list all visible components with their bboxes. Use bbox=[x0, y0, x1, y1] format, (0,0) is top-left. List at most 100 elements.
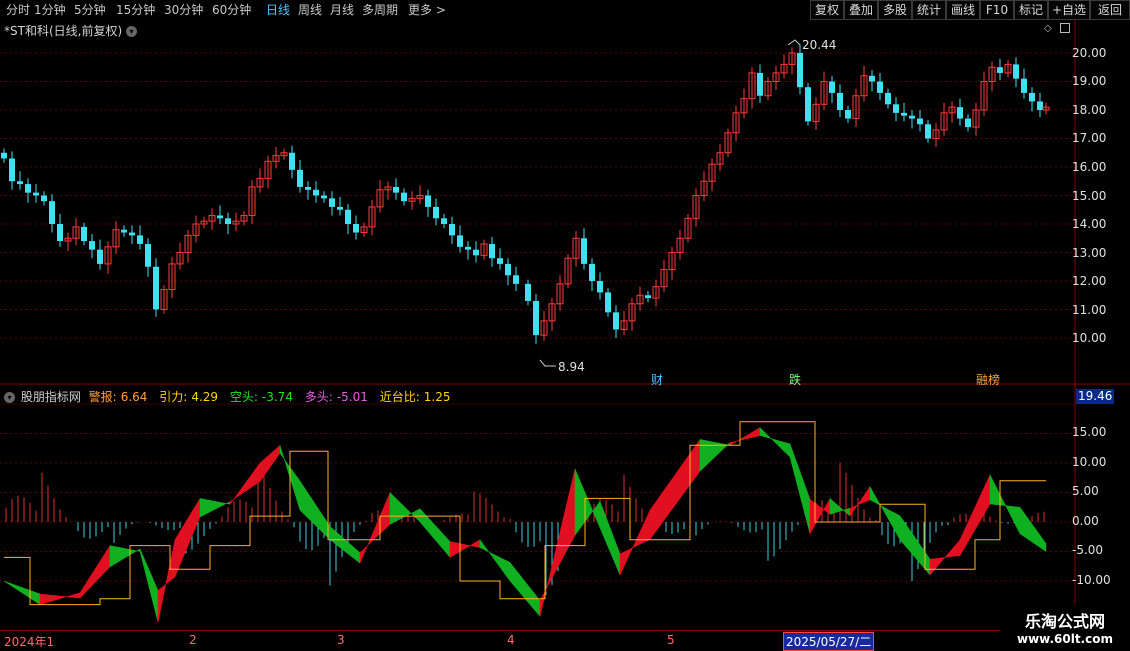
axis-tick: 12.00 bbox=[1072, 274, 1107, 288]
axis-tick: 10.00 bbox=[1072, 331, 1107, 345]
tab-more[interactable]: 更多 > bbox=[408, 2, 446, 18]
tab-monthly[interactable]: 月线 bbox=[330, 2, 354, 18]
cursor-date: 2025/05/27/二 bbox=[783, 632, 875, 651]
candle-body bbox=[1037, 101, 1043, 110]
axis-month: 3 bbox=[337, 633, 345, 647]
candle-body bbox=[353, 224, 359, 233]
axis-tick: 14.00 bbox=[1072, 217, 1107, 231]
axis-year: 2024年1 bbox=[4, 635, 55, 649]
candle-body bbox=[869, 75, 875, 82]
axis-month: 5 bbox=[667, 633, 675, 647]
tab-multi-period[interactable]: 多周期 bbox=[362, 2, 398, 18]
back-button[interactable]: 返回 bbox=[1090, 0, 1130, 20]
axis-month: 4 bbox=[507, 633, 515, 647]
overlay-button[interactable]: 叠加 bbox=[844, 0, 878, 20]
tab-15min[interactable]: 15分钟 bbox=[116, 2, 155, 18]
candle-body bbox=[289, 152, 295, 170]
candle-body bbox=[153, 266, 159, 310]
candle-body bbox=[41, 195, 47, 202]
indicator-legend: ▾ 股朋指标网 警报: 6.64 引力: 4.29 空头: -3.74 多头: -5.0… bbox=[4, 388, 459, 405]
chevron-down-icon[interactable]: ▾ bbox=[125, 26, 137, 37]
event-tag-ranking[interactable]: 融榜 bbox=[976, 371, 1000, 388]
candle-body bbox=[513, 275, 519, 284]
draw-line-button[interactable]: 画线 bbox=[946, 0, 980, 20]
candle-body bbox=[645, 295, 651, 299]
candle-body bbox=[497, 258, 503, 264]
tab-5min[interactable]: 5分钟 bbox=[74, 2, 106, 18]
indicator-name[interactable]: 股朋指标网 bbox=[21, 390, 81, 404]
candle-body bbox=[997, 67, 1003, 73]
tab-weekly[interactable]: 周线 bbox=[298, 2, 322, 18]
candle-body bbox=[965, 118, 971, 128]
candle-body bbox=[89, 241, 95, 250]
candle-body bbox=[33, 192, 39, 196]
candle-body bbox=[49, 201, 55, 224]
watermark: 乐淘公式网 www.60lt.com bbox=[1000, 604, 1130, 650]
price-chart[interactable] bbox=[0, 20, 1130, 630]
candle-body bbox=[321, 195, 327, 199]
axis-tick: 19.00 bbox=[1072, 74, 1107, 88]
tab-60min[interactable]: 60分钟 bbox=[212, 2, 251, 18]
restore-rights-button[interactable]: 复权 bbox=[810, 0, 844, 20]
candle-body bbox=[465, 246, 471, 250]
candle-body bbox=[17, 181, 23, 185]
watermark-title: 乐淘公式网 bbox=[1024, 612, 1105, 631]
candle-body bbox=[401, 192, 407, 202]
axis-tick: 18.00 bbox=[1072, 103, 1107, 117]
diamond-icon[interactable]: ◇ bbox=[1044, 23, 1052, 34]
tab-30min[interactable]: 30分钟 bbox=[164, 2, 203, 18]
candle-body bbox=[137, 235, 143, 244]
axis-tick: 17.00 bbox=[1072, 131, 1107, 145]
candle-body bbox=[1013, 64, 1019, 79]
candle-body bbox=[885, 92, 891, 105]
axis-tick: 15.00 bbox=[1072, 425, 1107, 439]
legend-ratio: 近台比: 1.25 bbox=[379, 390, 451, 404]
candle-body bbox=[425, 195, 431, 207]
tab-daily[interactable]: 日线 bbox=[266, 2, 290, 18]
candle-body bbox=[581, 238, 587, 264]
chevron-down-icon[interactable]: ▾ bbox=[4, 392, 15, 403]
indicator-value-badge: 19.46 bbox=[1076, 389, 1114, 404]
tab-timeshare[interactable]: 分时 bbox=[6, 2, 30, 18]
candle-body bbox=[25, 184, 31, 193]
period-toolbar: 分时 1分钟 5分钟 15分钟 30分钟 60分钟 日线 周线 月线 多周期 更… bbox=[0, 0, 1130, 20]
candle-body bbox=[393, 186, 399, 193]
candle-body bbox=[917, 118, 923, 125]
square-icon[interactable] bbox=[1060, 23, 1070, 33]
candle-body bbox=[757, 72, 763, 96]
candle-body bbox=[305, 186, 311, 190]
candle-body bbox=[1021, 78, 1027, 93]
time-axis: 2024年1 2 3 4 5 2025/05/27/二 bbox=[0, 630, 1075, 651]
multi-stock-button[interactable]: 多股 bbox=[878, 0, 912, 20]
candle-body bbox=[145, 243, 151, 267]
candle-body bbox=[81, 226, 87, 242]
candle-body bbox=[225, 218, 231, 224]
candle-body bbox=[473, 249, 479, 256]
axis-month: 2 bbox=[189, 633, 197, 647]
chart-title: *ST和科(日线,前复权) ▾ bbox=[4, 22, 137, 39]
candle-body bbox=[877, 81, 883, 93]
tab-1min[interactable]: 1分钟 bbox=[34, 2, 66, 18]
watermark-url: www.60lt.com bbox=[1016, 632, 1114, 646]
mark-button[interactable]: 标记 bbox=[1014, 0, 1048, 20]
low-label: 8.94 bbox=[558, 360, 585, 374]
candle-body bbox=[9, 158, 15, 182]
candle-body bbox=[449, 224, 455, 236]
candle-body bbox=[805, 87, 811, 122]
axis-tick: 5.00 bbox=[1072, 484, 1099, 498]
candle-body bbox=[329, 198, 335, 207]
add-favorite-button[interactable]: +自选 bbox=[1048, 0, 1090, 20]
stock-name: *ST和科(日线,前复权) bbox=[4, 24, 123, 38]
event-tag-drop[interactable]: 跌 bbox=[789, 371, 801, 388]
event-tag-finance[interactable]: 财 bbox=[651, 371, 663, 388]
statistics-button[interactable]: 统计 bbox=[912, 0, 946, 20]
f10-button[interactable]: F10 bbox=[980, 0, 1014, 20]
axis-tick: 20.00 bbox=[1072, 46, 1107, 60]
candle-body bbox=[441, 218, 447, 224]
high-label: 20.44 bbox=[802, 38, 837, 52]
legend-alarm: 警报: 6.64 bbox=[88, 390, 148, 404]
candle-body bbox=[121, 229, 127, 233]
candle-body bbox=[57, 224, 63, 242]
candle-body bbox=[533, 300, 539, 336]
legend-short: 空头: -3.74 bbox=[229, 390, 293, 404]
